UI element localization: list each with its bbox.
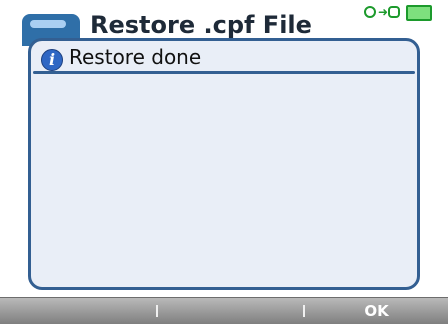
power-icon <box>388 6 400 18</box>
search-icon <box>364 6 376 18</box>
app-icon-shine <box>30 20 66 28</box>
ok-button[interactable]: OK <box>305 298 448 324</box>
status-area: ➜ <box>364 4 432 21</box>
dialog-title: Restore done <box>69 45 202 69</box>
window-title: Restore .cpf File <box>90 11 312 39</box>
info-icon: i <box>41 49 63 71</box>
ok-button-label: OK <box>364 302 389 320</box>
dialog-header: i Restore done <box>31 41 417 75</box>
softkey-left[interactable] <box>0 298 156 324</box>
restore-dialog: i Restore done <box>28 38 420 290</box>
screen: Restore .cpf File ➜ i Restore done OK <box>0 0 448 324</box>
softkey-bar: OK <box>0 297 448 324</box>
softkey-middle[interactable] <box>157 298 304 324</box>
dialog-divider <box>33 71 415 74</box>
dialog-body <box>41 83 407 277</box>
titlebar: Restore .cpf File ➜ <box>0 0 448 46</box>
battery-icon <box>406 5 432 21</box>
